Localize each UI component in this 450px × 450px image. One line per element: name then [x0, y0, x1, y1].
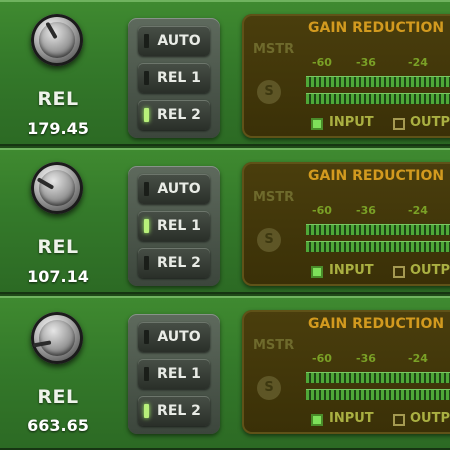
gain-reduction-meter-right — [306, 389, 450, 400]
meter-tick: -36 — [356, 352, 376, 365]
gain-reduction-title: GAIN REDUCTION — [308, 20, 445, 36]
release-label: REL — [37, 386, 79, 408]
rel1-button-label: REL 1 — [157, 366, 201, 382]
channel-strip-1: REL 179.45 AUTO REL 1 REL 2 GAIN REDUCTI… — [0, 0, 450, 146]
gain-reduction-meter-left — [306, 372, 450, 383]
rel2-button[interactable]: REL 2 — [138, 100, 210, 130]
gain-reduction-title: GAIN REDUCTION — [308, 316, 445, 332]
knob-pointer — [32, 340, 52, 348]
output-checkbox[interactable] — [393, 414, 405, 426]
auto-button-label: AUTO — [157, 33, 201, 49]
auto-led — [144, 182, 149, 196]
gain-reduction-meter-right — [306, 241, 450, 252]
meter-tick: -36 — [356, 56, 376, 69]
master-label: MSTR — [253, 338, 295, 353]
meter-tick: -60 — [312, 204, 332, 217]
rel1-led — [144, 219, 149, 233]
gain-reduction-display: GAIN REDUCTION MSTR S -60 -36 -24 INPUT … — [242, 310, 450, 434]
rel1-button[interactable]: REL 1 — [138, 211, 210, 241]
auto-led — [144, 34, 149, 48]
release-knob[interactable] — [31, 312, 83, 364]
release-value: 663.65 — [27, 416, 89, 435]
input-checkbox[interactable] — [311, 414, 323, 426]
rel2-button-label: REL 2 — [157, 403, 201, 419]
rel2-button-label: REL 2 — [157, 255, 201, 271]
gain-reduction-title: GAIN REDUCTION — [308, 168, 445, 184]
solo-button[interactable]: S — [257, 228, 281, 252]
release-mode-panel: AUTO REL 1 REL 2 — [128, 18, 220, 138]
release-mode-panel: AUTO REL 1 REL 2 — [128, 314, 220, 434]
output-label: OUTP — [410, 411, 450, 426]
release-knob-cap — [32, 320, 75, 356]
auto-button[interactable]: AUTO — [138, 322, 210, 352]
rel2-button-label: REL 2 — [157, 107, 201, 123]
channel-strip-3: REL 663.65 AUTO REL 1 REL 2 GAIN REDUCTI… — [0, 296, 450, 450]
gain-reduction-display: GAIN REDUCTION MSTR S -60 -36 -24 INPUT … — [242, 162, 450, 286]
rel2-button[interactable]: REL 2 — [138, 396, 210, 426]
meter-tick: -24 — [408, 352, 428, 365]
channel-strip-2: REL 107.14 AUTO REL 1 REL 2 GAIN REDUCTI… — [0, 148, 450, 294]
release-knob-cap — [39, 21, 75, 58]
rel1-button[interactable]: REL 1 — [138, 63, 210, 93]
master-label: MSTR — [253, 42, 295, 57]
release-knob[interactable] — [31, 162, 83, 214]
release-label: REL — [37, 88, 79, 110]
input-checkbox[interactable] — [311, 118, 323, 130]
rel1-button-label: REL 1 — [157, 218, 201, 234]
meter-tick: -24 — [408, 56, 428, 69]
input-label: INPUT — [329, 263, 374, 278]
rel2-led — [144, 256, 149, 270]
gain-reduction-display: GAIN REDUCTION MSTR S -60 -36 -24 INPUT … — [242, 14, 450, 138]
input-label: INPUT — [329, 115, 374, 130]
input-label: INPUT — [329, 411, 374, 426]
release-knob[interactable] — [31, 14, 83, 66]
gain-reduction-meter-left — [306, 224, 450, 235]
solo-button[interactable]: S — [257, 376, 281, 400]
rel1-led — [144, 71, 149, 85]
rel2-button[interactable]: REL 2 — [138, 248, 210, 278]
master-label: MSTR — [253, 190, 295, 205]
meter-tick: -36 — [356, 204, 376, 217]
meter-tick: -60 — [312, 352, 332, 365]
gain-reduction-meter-right — [306, 93, 450, 104]
input-checkbox[interactable] — [311, 266, 323, 278]
knob-pointer — [45, 21, 58, 40]
rel2-led — [144, 108, 149, 122]
output-checkbox[interactable] — [393, 266, 405, 278]
gain-reduction-meter-left — [306, 76, 450, 87]
auto-led — [144, 330, 149, 344]
auto-button-label: AUTO — [157, 181, 201, 197]
auto-button[interactable]: AUTO — [138, 26, 210, 56]
release-mode-panel: AUTO REL 1 REL 2 — [128, 166, 220, 286]
rel1-button[interactable]: REL 1 — [138, 359, 210, 389]
release-knob-cap — [36, 170, 75, 206]
release-label: REL — [37, 236, 79, 258]
knob-pointer — [36, 177, 55, 190]
output-label: OUTP — [410, 115, 450, 130]
auto-button-label: AUTO — [157, 329, 201, 345]
auto-button[interactable]: AUTO — [138, 174, 210, 204]
meter-tick: -60 — [312, 56, 332, 69]
rel1-button-label: REL 1 — [157, 70, 201, 86]
rel2-led — [144, 404, 149, 418]
rel1-led — [144, 367, 149, 381]
solo-button[interactable]: S — [257, 80, 281, 104]
release-value: 107.14 — [27, 267, 89, 286]
output-label: OUTP — [410, 263, 450, 278]
release-value: 179.45 — [27, 119, 89, 138]
meter-tick: -24 — [408, 204, 428, 217]
output-checkbox[interactable] — [393, 118, 405, 130]
